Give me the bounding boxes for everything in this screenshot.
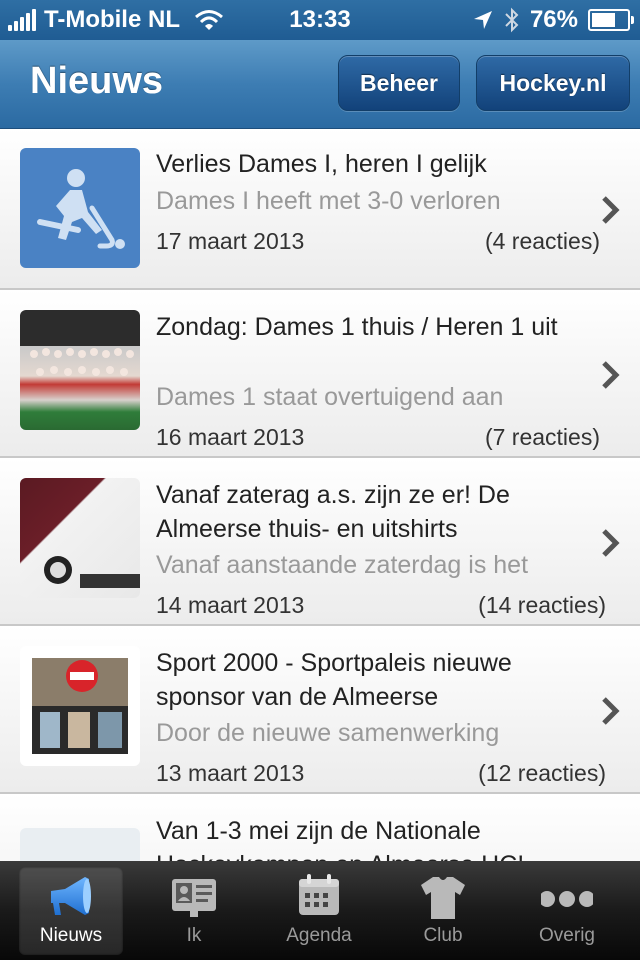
news-item-4[interactable]: Van 1-3 mei zijn de Nationale Hockeykamp… (0, 794, 640, 861)
tab-overig[interactable]: Overig (515, 867, 619, 955)
hockey-player-icon (20, 148, 140, 268)
news-item-1[interactable]: Zondag: Dames 1 thuis / Heren 1 uit Dame… (0, 290, 640, 458)
news-date: 14 maart 2013 (156, 592, 305, 618)
tab-agenda[interactable]: Agenda (267, 867, 371, 955)
tab-label: Overig (539, 925, 595, 946)
news-item-0[interactable]: Verlies Dames I, heren I gelijk Dames I … (0, 129, 640, 290)
navigation-bar: Nieuws Beheer Hockey.nl (0, 40, 640, 129)
news-title: Van 1-3 mei zijn de Nationale Hockeykamp… (156, 817, 524, 861)
chevron-right-icon (602, 361, 620, 389)
reaction-count: (12 reacties) (478, 760, 606, 786)
chevron-right-icon (602, 697, 620, 725)
page-title: Nieuws (30, 60, 164, 102)
battery-percent: 76% (529, 6, 578, 33)
field-photo (20, 828, 140, 861)
news-summary: Dames I heeft met 3-0 verloren (156, 187, 501, 215)
hockey-nl-button[interactable]: Hockey.nl (476, 55, 630, 111)
news-date: 13 maart 2013 (156, 760, 305, 786)
reaction-count: (14 reacties) (478, 592, 606, 618)
news-title: Zondag: Dames 1 thuis / Heren 1 uit (156, 313, 558, 341)
team-photo (20, 310, 140, 430)
battery-fill (592, 13, 615, 27)
tab-club[interactable]: Club (391, 867, 495, 955)
news-summary: Door de nieuwe samenwerking (156, 719, 500, 747)
megaphone-icon (51, 877, 91, 915)
news-date: 16 maart 2013 (156, 424, 305, 450)
news-summary: Dames 1 staat overtuigend aan (156, 383, 504, 411)
news-list: Verlies Dames I, heren I gelijk Dames I … (0, 129, 640, 861)
shirt-icon (421, 877, 465, 919)
reaction-count: (4 reacties) (484, 228, 600, 254)
tab-label: Club (423, 925, 463, 946)
location-arrow-icon (473, 11, 492, 29)
news-date: 17 maart 2013 (156, 228, 305, 254)
status-bar: T-Mobile NL 13:33 76% (0, 0, 640, 40)
tab-ik[interactable]: Ik (142, 867, 246, 955)
id-card-icon (172, 879, 216, 917)
news-summary: Vanaf aanstaande zaterdag is het (156, 551, 529, 579)
news-title: Verlies Dames I, heren I gelijk (156, 150, 487, 178)
news-title: Sport 2000 - Sportpaleis nieuwe sponsor … (156, 649, 512, 711)
store-photo (20, 646, 140, 766)
more-dots-icon (541, 891, 593, 907)
news-item-3[interactable]: Sport 2000 - Sportpaleis nieuwe sponsor … (0, 626, 640, 794)
manage-button[interactable]: Beheer (338, 55, 460, 111)
bluetooth-icon (505, 7, 519, 33)
reaction-count: (7 reacties) (484, 424, 600, 450)
news-title: Vanaf zaterag a.s. zijn ze er! De Almeer… (156, 481, 510, 543)
tab-nieuws[interactable]: Nieuws (19, 867, 123, 955)
chevron-right-icon (602, 196, 620, 224)
tab-label: Ik (186, 925, 202, 946)
calendar-icon (299, 874, 339, 915)
battery-icon (588, 9, 634, 31)
chevron-right-icon (602, 529, 620, 557)
shirt-photo (20, 478, 140, 598)
tab-bar: Nieuws Ik Agenda Club Overig (0, 861, 640, 960)
status-right: 76% (472, 6, 634, 34)
news-item-2[interactable]: Vanaf zaterag a.s. zijn ze er! De Almeer… (0, 458, 640, 626)
tab-label: Agenda (286, 925, 352, 946)
tab-label: Nieuws (39, 925, 103, 946)
